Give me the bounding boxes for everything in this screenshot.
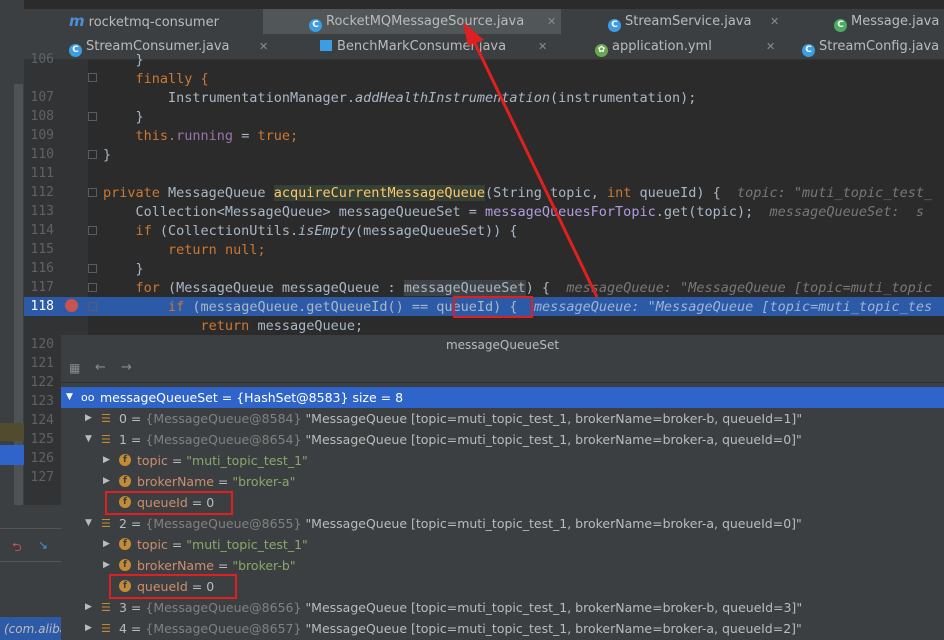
annotation-arrow [463,22,599,298]
